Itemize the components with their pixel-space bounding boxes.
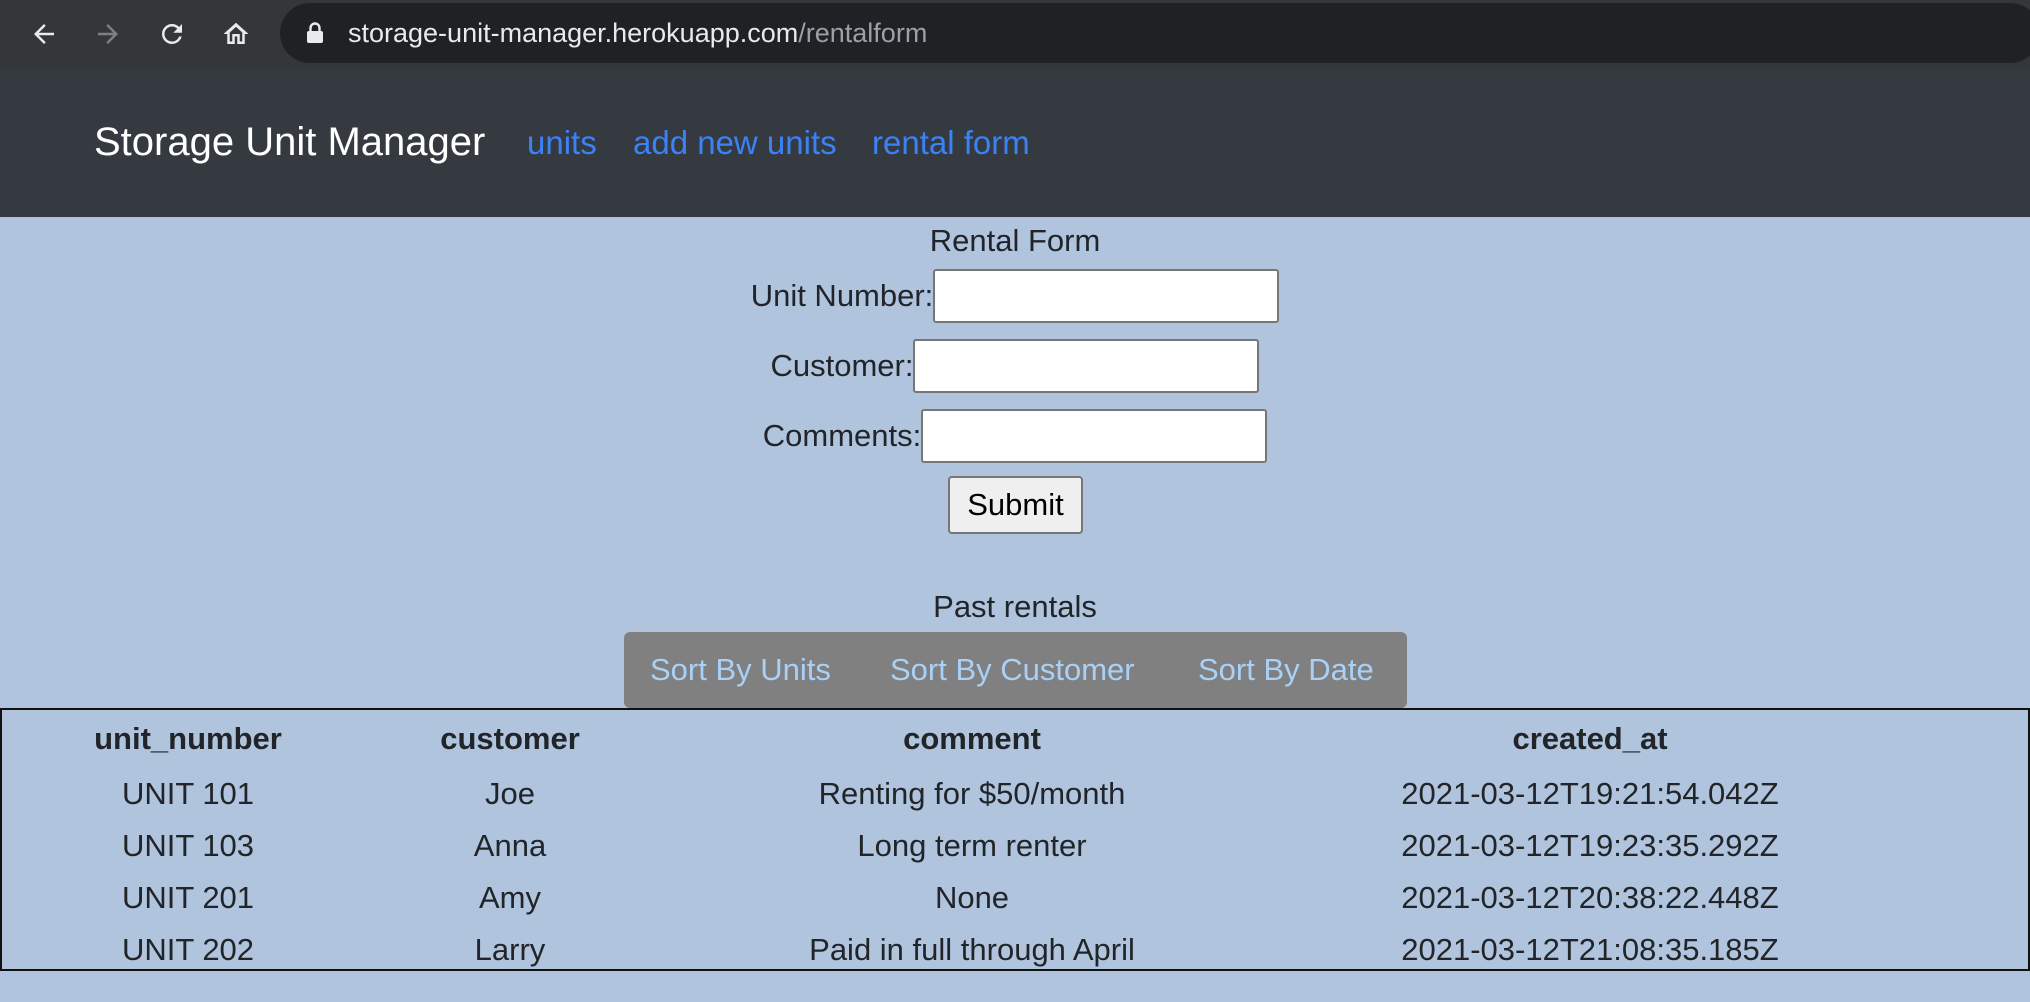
- table-row: UNIT 101 Joe Renting for $50/month 2021-…: [2, 768, 1882, 820]
- table-row: UNIT 103 Anna Long term renter 2021-03-1…: [2, 820, 1882, 872]
- rentals-table: unit_number customer comment created_at …: [2, 710, 1882, 976]
- sort-by-customer-button[interactable]: Sort By Customer: [890, 632, 1135, 708]
- back-button[interactable]: [24, 14, 64, 54]
- past-rentals-title: Past rentals: [933, 589, 1097, 624]
- sort-by-units-button[interactable]: Sort By Units: [650, 632, 831, 708]
- customer-input[interactable]: [913, 339, 1260, 393]
- cell-created-at: 2021-03-12T19:21:54.042Z: [1401, 776, 1779, 811]
- lock-icon: [307, 22, 323, 43]
- cell-comment: None: [934, 880, 1010, 915]
- rentals-table-container: unit_number customer comment created_at …: [0, 708, 2030, 971]
- table-row: UNIT 202 Larry Paid in full through Apri…: [2, 924, 1882, 976]
- cell-unit-number: UNIT 201: [121, 880, 255, 915]
- url-text: storage-unit-manager.herokuapp.com/renta…: [348, 3, 927, 63]
- forward-arrow-icon: [98, 24, 118, 44]
- cell-unit-number: UNIT 101: [121, 776, 255, 811]
- cell-comment: Renting for $50/month: [818, 776, 1126, 811]
- customer-row: Customer:: [0, 336, 2030, 396]
- home-icon: [223, 22, 249, 44]
- address-bar[interactable]: storage-unit-manager.herokuapp.com/renta…: [280, 3, 2030, 63]
- sort-bar: Sort By Units Sort By Customer Sort By D…: [624, 632, 1407, 708]
- header-comment: comment: [903, 721, 1041, 756]
- form-title: Rental Form: [929, 223, 1101, 258]
- table-header-row: unit_number customer comment created_at: [2, 710, 1882, 768]
- nav-link-rental-form[interactable]: rental form: [872, 68, 1030, 217]
- sort-by-date-button[interactable]: Sort By Date: [1198, 632, 1374, 708]
- header-unit-number: unit_number: [94, 721, 282, 756]
- cell-customer: Amy: [479, 880, 541, 915]
- comments-label: Comments:: [762, 418, 922, 453]
- browser-toolbar: storage-unit-manager.herokuapp.com/renta…: [0, 0, 2030, 68]
- header-created-at: created_at: [1512, 721, 1668, 756]
- reload-button[interactable]: [152, 14, 192, 54]
- cell-created-at: 2021-03-12T19:23:35.292Z: [1401, 828, 1779, 863]
- unit-number-input[interactable]: [933, 269, 1280, 323]
- home-button[interactable]: [216, 14, 256, 54]
- comments-row: Comments:: [0, 406, 2030, 466]
- cell-unit-number: UNIT 202: [121, 932, 255, 967]
- cell-created-at: 2021-03-12T21:08:35.185Z: [1401, 932, 1779, 967]
- app-navbar: Storage Unit Manager units add new units…: [0, 68, 2030, 217]
- url-host: storage-unit-manager.herokuapp.com: [348, 18, 799, 48]
- main-content: Rental Form Unit Number: Customer: Comme…: [0, 217, 2030, 1002]
- customer-label: Customer:: [770, 348, 914, 383]
- unit-number-row: Unit Number:: [0, 266, 2030, 326]
- cell-customer: Anna: [473, 828, 547, 863]
- nav-link-units[interactable]: units: [527, 68, 597, 217]
- cell-comment: Paid in full through April: [809, 932, 1135, 967]
- forward-button[interactable]: [88, 14, 128, 54]
- cell-customer: Larry: [474, 932, 546, 967]
- url-path: /rentalform: [798, 18, 928, 48]
- reload-icon: [162, 23, 182, 44]
- nav-link-add-new-units[interactable]: add new units: [633, 68, 837, 217]
- table-row: UNIT 201 Amy None 2021-03-12T20:38:22.44…: [2, 872, 1882, 924]
- back-arrow-icon: [34, 24, 54, 44]
- cell-customer: Joe: [485, 776, 535, 811]
- cell-comment: Long term renter: [857, 828, 1087, 863]
- cell-unit-number: UNIT 103: [121, 828, 255, 863]
- brand-title[interactable]: Storage Unit Manager: [94, 68, 485, 217]
- comments-input[interactable]: [921, 409, 1268, 463]
- unit-number-label: Unit Number:: [750, 278, 934, 313]
- cell-created-at: 2021-03-12T20:38:22.448Z: [1401, 880, 1779, 915]
- header-customer: customer: [440, 721, 580, 756]
- submit-button[interactable]: Submit: [948, 476, 1083, 534]
